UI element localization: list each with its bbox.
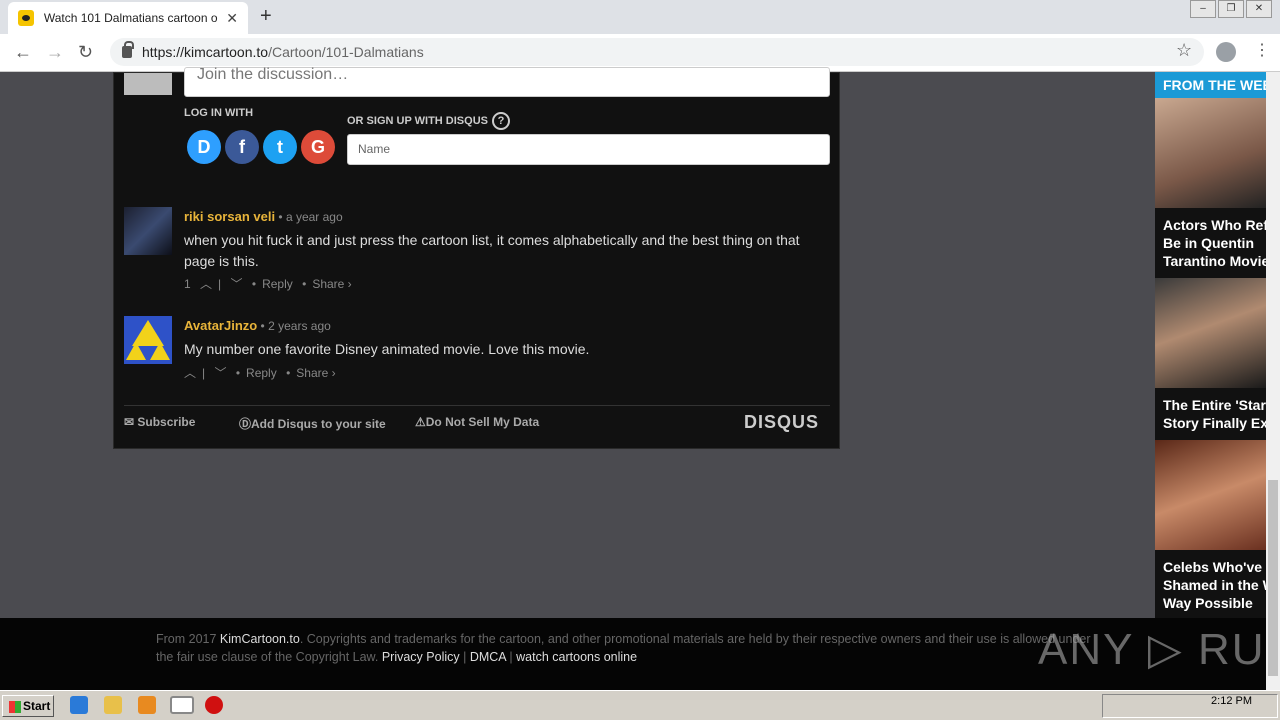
- envelope-icon: ✉: [124, 415, 138, 429]
- ad-item[interactable]: Celebs Who've Be Shamed in the W Way Pos…: [1155, 440, 1266, 618]
- ad-image[interactable]: [1155, 98, 1266, 208]
- site-favicon-icon: [18, 10, 34, 26]
- help-icon[interactable]: ?: [491, 112, 510, 130]
- downvote-icon[interactable]: ﹀: [231, 277, 243, 291]
- profile-avatar-icon[interactable]: [1216, 42, 1236, 62]
- new-tab-button[interactable]: +: [260, 5, 272, 28]
- minimize-button[interactable]: –: [1190, 0, 1216, 18]
- dmca-link[interactable]: DMCA: [470, 650, 506, 664]
- share-link[interactable]: Share ›: [296, 366, 335, 380]
- comment-author[interactable]: riki sorsan veli: [184, 209, 275, 224]
- comment-time[interactable]: 2 years ago: [268, 319, 331, 333]
- screen: Watch 101 Dalmatians cartoon online ✕ + …: [0, 0, 1280, 720]
- forward-arrow-icon[interactable]: →: [46, 42, 64, 63]
- ad-title[interactable]: Celebs Who've Be Shamed in the W Way Pos…: [1155, 550, 1266, 618]
- site-link[interactable]: KimCartoon.to: [220, 632, 300, 646]
- lock-icon: [122, 41, 134, 58]
- footer-text: From 2017 KimCartoon.to. Copyrights and …: [156, 632, 1091, 664]
- disqus-logo[interactable]: DISQUS: [744, 412, 819, 433]
- commenter-avatar[interactable]: [124, 316, 172, 364]
- menu-dots-icon[interactable]: ⋮: [1254, 40, 1270, 60]
- browser-tab[interactable]: Watch 101 Dalmatians cartoon online ✕: [8, 2, 248, 34]
- signup-label: OR SIGN UP WITH DISQUS?: [347, 112, 510, 130]
- ad-image[interactable]: [1155, 440, 1266, 550]
- ad-item[interactable]: Actors Who Refu Be in Quentin Tarantino …: [1155, 98, 1266, 278]
- restore-button[interactable]: ❐: [1218, 0, 1244, 18]
- windows-flag-icon: [9, 700, 21, 713]
- site-footer: From 2017 KimCartoon.to. Copyrights and …: [0, 618, 1280, 690]
- tab-title: Watch 101 Dalmatians cartoon online: [43, 11, 218, 25]
- comment-text: My number one favorite Disney animated m…: [184, 341, 590, 357]
- page-content: Join the discussion… LOG IN WITH D f t G…: [0, 67, 1280, 690]
- tab-bar: Watch 101 Dalmatians cartoon online ✕ + …: [0, 0, 1280, 34]
- watch-cartoons-link[interactable]: watch cartoons online: [516, 650, 637, 664]
- taskbar: Start 2:12 PM: [0, 690, 1280, 720]
- comment-actions: ︿ | ﹀ • Reply • Share ›: [184, 366, 336, 380]
- tab-close-icon[interactable]: ✕: [226, 10, 238, 27]
- comment-author[interactable]: AvatarJinzo: [184, 318, 257, 333]
- commenter-avatar[interactable]: [124, 207, 172, 255]
- login-with-label: LOG IN WITH: [184, 107, 254, 119]
- comment-header: AvatarJinzo • 2 years ago: [184, 318, 331, 333]
- folder-icon[interactable]: [104, 696, 122, 714]
- reply-link[interactable]: Reply: [246, 366, 277, 380]
- current-user-avatar: [124, 73, 172, 95]
- start-button[interactable]: Start: [2, 695, 54, 717]
- footer-divider: [124, 405, 830, 406]
- reply-link[interactable]: Reply: [262, 277, 293, 291]
- disqus-login-icon[interactable]: D: [187, 130, 221, 164]
- back-arrow-icon[interactable]: ←: [14, 42, 32, 63]
- bookmark-star-icon[interactable]: ☆: [1176, 40, 1192, 61]
- url-text: https://kimcartoon.to/Cartoon/101-Dalmat…: [142, 44, 424, 60]
- warning-icon: ⚠: [415, 415, 426, 429]
- disqus-d-icon: Ⓓ: [239, 417, 252, 431]
- add-disqus-link[interactable]: ⒹAdd Disqus to your site: [239, 415, 386, 432]
- ie-icon[interactable]: [70, 696, 88, 714]
- upvote-icon[interactable]: ︿: [200, 277, 212, 291]
- vote-count: 1: [184, 277, 191, 291]
- anyrun-watermark: ANY ▷ RUN: [1038, 625, 1280, 674]
- ad-image[interactable]: [1155, 278, 1266, 388]
- upvote-icon[interactable]: ︿: [184, 366, 196, 380]
- share-link[interactable]: Share ›: [312, 277, 351, 291]
- window-controls: – ❐ ✕: [1188, 0, 1272, 18]
- twitter-login-icon[interactable]: t: [263, 130, 297, 164]
- comment-time[interactable]: a year ago: [286, 210, 343, 224]
- chrome-icon[interactable]: [170, 696, 194, 714]
- from-the-web-panel: FROM THE WEB Actors Who Refu Be in Quent…: [1155, 72, 1266, 618]
- scrollbar-thumb[interactable]: [1268, 480, 1278, 676]
- facebook-login-icon[interactable]: f: [225, 130, 259, 164]
- ad-item[interactable]: The Entire 'Star T Story Finally Exp: [1155, 278, 1266, 440]
- ad-header: FROM THE WEB: [1155, 72, 1266, 98]
- ad-title[interactable]: Actors Who Refu Be in Quentin Tarantino …: [1155, 208, 1266, 278]
- reload-icon[interactable]: ↻: [78, 42, 93, 63]
- close-window-button[interactable]: ✕: [1246, 0, 1272, 18]
- name-input[interactable]: Name: [347, 134, 830, 165]
- subscribe-link[interactable]: ✉ Subscribe: [124, 415, 195, 429]
- comment-text: when you hit fuck it and just press the …: [184, 232, 800, 269]
- comment-actions: 1 ︿ | ﹀ • Reply • Share ›: [184, 277, 352, 291]
- clock[interactable]: 2:12 PM: [1211, 695, 1252, 707]
- opera-icon[interactable]: [205, 696, 223, 714]
- join-discussion-input[interactable]: Join the discussion…: [184, 67, 830, 97]
- privacy-link[interactable]: Privacy Policy: [382, 650, 460, 664]
- media-player-icon[interactable]: [138, 696, 156, 714]
- google-login-icon[interactable]: G: [301, 130, 335, 164]
- downvote-icon[interactable]: ﹀: [214, 366, 226, 380]
- ad-title[interactable]: The Entire 'Star T Story Finally Exp: [1155, 388, 1266, 440]
- comment-header: riki sorsan veli • a year ago: [184, 209, 343, 224]
- do-not-sell-link[interactable]: ⚠Do Not Sell My Data: [415, 415, 539, 429]
- url-field[interactable]: https://kimcartoon.to/Cartoon/101-Dalmat…: [110, 38, 1204, 66]
- disqus-panel: Join the discussion… LOG IN WITH D f t G…: [113, 67, 840, 449]
